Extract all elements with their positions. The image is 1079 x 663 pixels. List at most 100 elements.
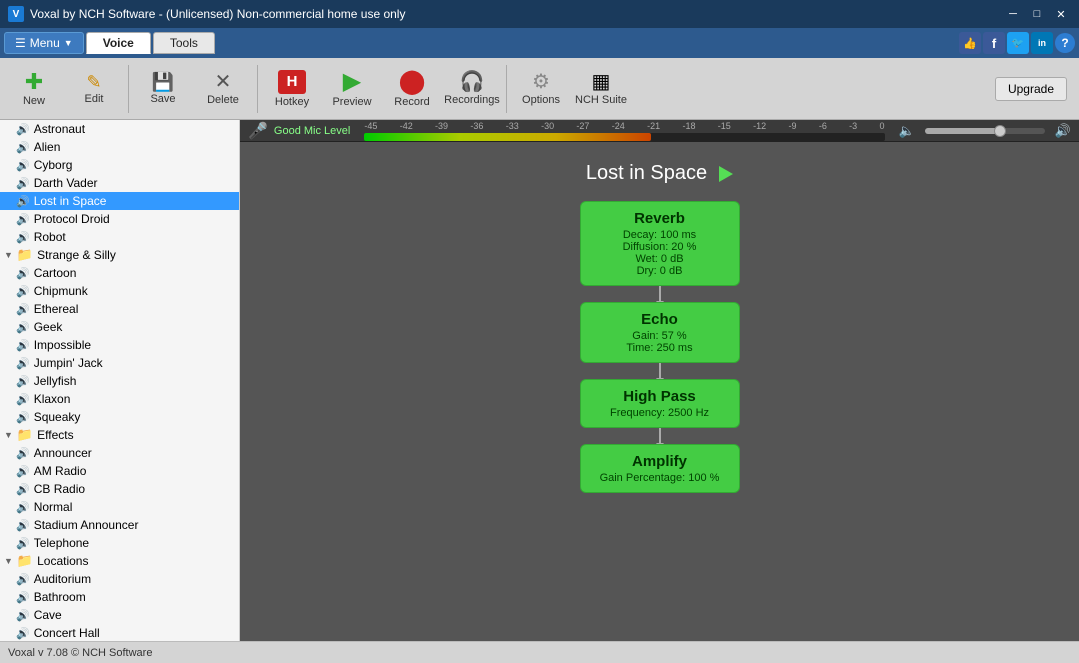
voice-icon: 🔊 bbox=[16, 483, 30, 496]
sidebar-item-lost-in-space[interactable]: 🔊 Lost in Space bbox=[0, 192, 239, 210]
sidebar-item-cyborg[interactable]: 🔊 Cyborg bbox=[0, 156, 239, 174]
sidebar-item-ethereal[interactable]: 🔊 Ethereal bbox=[0, 300, 239, 318]
sidebar-item-cartoon[interactable]: 🔊 Cartoon bbox=[0, 264, 239, 282]
flow-title: Lost in Space bbox=[586, 162, 733, 185]
level-ruler: -45-42-39-36-33-30-27-24-21-18-15-12-9-6… bbox=[364, 121, 884, 141]
sidebar-group-label: Locations bbox=[37, 554, 88, 568]
voice-icon: 🔊 bbox=[16, 519, 30, 532]
linkedin-icon[interactable]: in bbox=[1031, 32, 1053, 54]
recordings-label: Recordings bbox=[444, 94, 500, 106]
sidebar-item-label: Impossible bbox=[34, 338, 91, 352]
menu-bar: ☰ Menu ▼ Voice Tools 👍 f 🐦 in ? bbox=[0, 28, 1079, 58]
hotkey-label: Hotkey bbox=[275, 96, 309, 108]
preview-button[interactable]: ▶ Preview bbox=[322, 61, 382, 117]
sidebar-item-jumpin-jack[interactable]: 🔊 Jumpin' Jack bbox=[0, 354, 239, 372]
chevron-icon: ▼ bbox=[4, 250, 13, 260]
minimize-button[interactable]: ─ bbox=[1003, 6, 1023, 22]
volume-slider[interactable] bbox=[925, 128, 1045, 134]
voice-icon: 🔊 bbox=[16, 627, 30, 640]
edit-label: Edit bbox=[85, 93, 104, 105]
help-icon[interactable]: ? bbox=[1055, 33, 1075, 53]
flow-box-amplify-title: Amplify bbox=[597, 453, 723, 470]
options-button[interactable]: ⚙ Options bbox=[511, 61, 571, 117]
toolbar-separator-2 bbox=[257, 65, 258, 113]
volume-low-icon: 🔈 bbox=[899, 123, 915, 139]
sidebar-item-announcer[interactable]: 🔊 Announcer bbox=[0, 444, 239, 462]
options-icon: ⚙ bbox=[532, 72, 550, 92]
voice-icon: 🔊 bbox=[16, 321, 30, 334]
new-icon: ✚ bbox=[25, 71, 43, 93]
voice-icon: 🔊 bbox=[16, 195, 30, 208]
sidebar-item-cb-radio[interactable]: 🔊 CB Radio bbox=[0, 480, 239, 498]
status-bar: Voxal v 7.08 © NCH Software bbox=[0, 641, 1079, 663]
recordings-button[interactable]: 🎧 Recordings bbox=[442, 61, 502, 117]
volume-high-icon: 🔊 bbox=[1055, 123, 1071, 139]
twitter-icon[interactable]: 🐦 bbox=[1007, 32, 1029, 54]
level-markers: -45-42-39-36-33-30-27-24-21-18-15-12-9-6… bbox=[364, 121, 884, 131]
sidebar-item-cave[interactable]: 🔊 Cave bbox=[0, 606, 239, 624]
facebook-icon[interactable]: f bbox=[983, 32, 1005, 54]
flow-play-icon[interactable] bbox=[719, 166, 733, 182]
new-button[interactable]: ✚ New bbox=[4, 61, 64, 117]
sidebar-item-label: Stadium Announcer bbox=[34, 518, 139, 532]
hotkey-button[interactable]: H Hotkey bbox=[262, 61, 322, 117]
flow-box-amplify-detail: Gain Percentage: 100 % bbox=[597, 472, 723, 484]
sidebar-item-robot[interactable]: 🔊 Robot bbox=[0, 228, 239, 246]
flow-box-echo-detail: Gain: 57 % Time: 250 ms bbox=[597, 330, 723, 354]
sidebar-item-astronaut[interactable]: 🔊 Astronaut bbox=[0, 120, 239, 138]
delete-button[interactable]: ✕ Delete bbox=[193, 61, 253, 117]
sidebar-item-am-radio[interactable]: 🔊 AM Radio bbox=[0, 462, 239, 480]
voice-icon: 🔊 bbox=[16, 159, 30, 172]
sidebar-item-jellyfish[interactable]: 🔊 Jellyfish bbox=[0, 372, 239, 390]
sidebar-item-bathroom[interactable]: 🔊 Bathroom bbox=[0, 588, 239, 606]
sidebar-item-telephone[interactable]: 🔊 Telephone bbox=[0, 534, 239, 552]
sidebar-item-label: Auditorium bbox=[34, 572, 91, 586]
toolbar: ✚ New ✎ Edit 💾 Save ✕ Delete H Hotkey ▶ … bbox=[0, 58, 1079, 120]
flow-box-echo[interactable]: Echo Gain: 57 % Time: 250 ms bbox=[580, 302, 740, 363]
maximize-button[interactable]: □ bbox=[1027, 6, 1047, 22]
sidebar-item-klaxon[interactable]: 🔊 Klaxon bbox=[0, 390, 239, 408]
voice-icon: 🔊 bbox=[16, 267, 30, 280]
close-button[interactable]: ✕ bbox=[1051, 6, 1071, 22]
flow-box-high-pass[interactable]: High Pass Frequency: 2500 Hz bbox=[580, 379, 740, 428]
flow-box-amplify[interactable]: Amplify Gain Percentage: 100 % bbox=[580, 444, 740, 493]
voice-icon: 🔊 bbox=[16, 339, 30, 352]
save-button[interactable]: 💾 Save bbox=[133, 61, 193, 117]
voice-icon: 🔊 bbox=[16, 411, 30, 424]
sidebar-item-chipmunk[interactable]: 🔊 Chipmunk bbox=[0, 282, 239, 300]
chevron-icon: ▼ bbox=[4, 556, 13, 566]
thumbs-up-icon[interactable]: 👍 bbox=[959, 32, 981, 54]
sidebar-item-label: Darth Vader bbox=[34, 176, 98, 190]
sidebar-item-concert-hall[interactable]: 🔊 Concert Hall bbox=[0, 624, 239, 641]
sidebar-group-strange-silly[interactable]: ▼ 📁 Strange & Silly bbox=[0, 246, 239, 264]
sidebar-item-protocol-droid[interactable]: 🔊 Protocol Droid bbox=[0, 210, 239, 228]
sidebar-item-stadium-announcer[interactable]: 🔊 Stadium Announcer bbox=[0, 516, 239, 534]
sidebar-item-geek[interactable]: 🔊 Geek bbox=[0, 318, 239, 336]
tab-tools[interactable]: Tools bbox=[153, 32, 215, 54]
sidebar-group-locations[interactable]: ▼ 📁 Locations bbox=[0, 552, 239, 570]
status-text: Voxal v 7.08 © NCH Software bbox=[8, 647, 152, 659]
tab-voice[interactable]: Voice bbox=[86, 32, 151, 54]
edit-button[interactable]: ✎ Edit bbox=[64, 61, 124, 117]
sidebar-item-normal[interactable]: 🔊 Normal bbox=[0, 498, 239, 516]
flow-arrow-2 bbox=[659, 363, 661, 379]
flow-box-reverb[interactable]: Reverb Decay: 100 ms Diffusion: 20 % Wet… bbox=[580, 201, 740, 286]
microphone-icon: 🎤 bbox=[248, 121, 268, 141]
volume-thumb[interactable] bbox=[994, 125, 1006, 137]
sidebar-item-darth-vader[interactable]: 🔊 Darth Vader bbox=[0, 174, 239, 192]
sidebar-group-effects[interactable]: ▼ 📁 Effects bbox=[0, 426, 239, 444]
upgrade-button[interactable]: Upgrade bbox=[995, 77, 1067, 101]
nch-suite-button[interactable]: ▦ NCH Suite bbox=[571, 61, 631, 117]
sidebar-item-label: Lost in Space bbox=[34, 194, 107, 208]
hotkey-icon: H bbox=[278, 70, 306, 94]
sidebar-item-squeaky[interactable]: 🔊 Squeaky bbox=[0, 408, 239, 426]
level-track bbox=[364, 133, 884, 141]
menu-dropdown-button[interactable]: ☰ Menu ▼ bbox=[4, 32, 84, 54]
sidebar-item-auditorium[interactable]: 🔊 Auditorium bbox=[0, 570, 239, 588]
sidebar-item-alien[interactable]: 🔊 Alien bbox=[0, 138, 239, 156]
sidebar-item-impossible[interactable]: 🔊 Impossible bbox=[0, 336, 239, 354]
sidebar-group-label: Strange & Silly bbox=[37, 248, 116, 262]
preview-icon: ▶ bbox=[343, 70, 361, 94]
record-button[interactable]: ⬤ Record bbox=[382, 61, 442, 117]
flow-arrow-1 bbox=[659, 286, 661, 302]
